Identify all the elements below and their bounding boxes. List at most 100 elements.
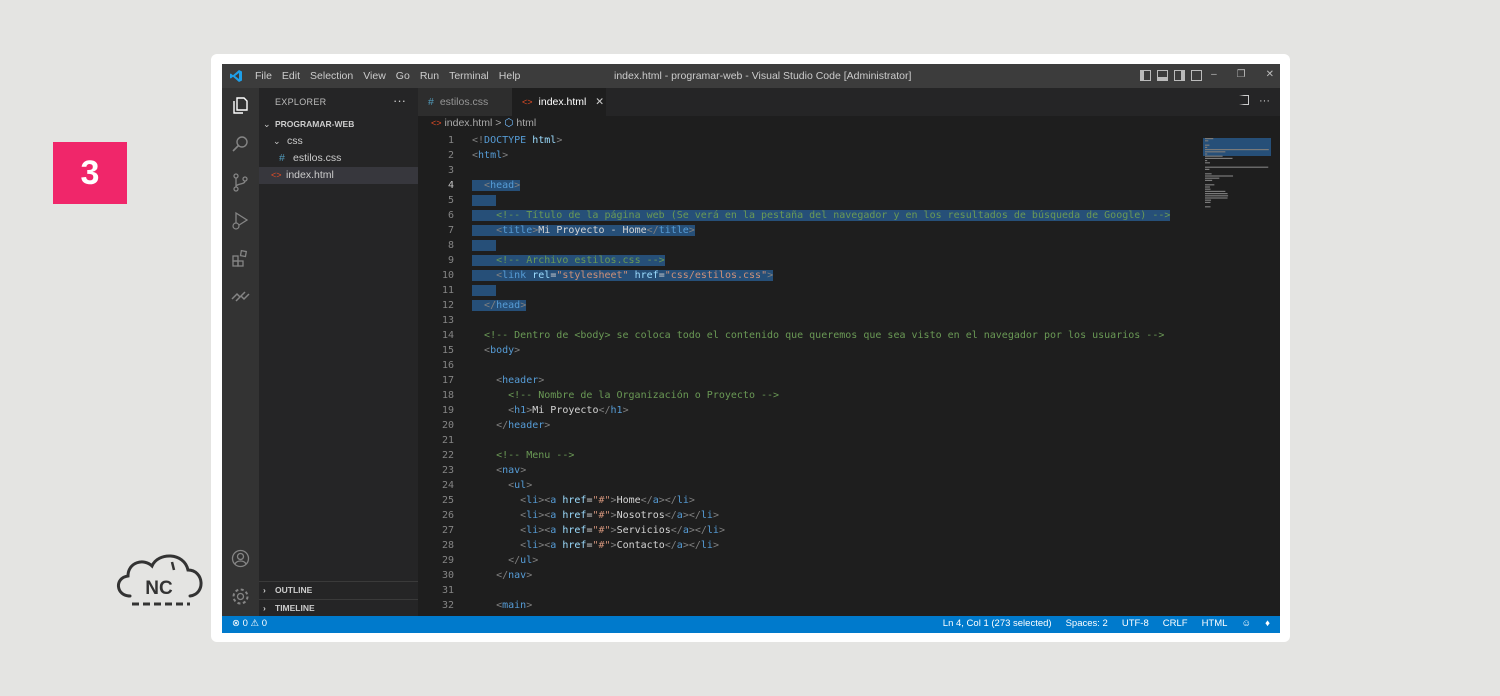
- menu-selection[interactable]: Selection: [310, 70, 353, 82]
- split-editor-icon[interactable]: [1239, 95, 1249, 105]
- tab-estilos-css[interactable]: # estilos.css: [418, 88, 512, 116]
- code-token: <!-- Título de la página web (Se verá en…: [496, 210, 1171, 221]
- tree-item-css-folder[interactable]: ⌄ css: [259, 133, 418, 150]
- code-line[interactable]: 12 </head>: [418, 298, 1200, 313]
- warning-count: 0: [261, 618, 268, 629]
- explorer-more-icon[interactable]: ···: [393, 93, 406, 108]
- code-line[interactable]: 10 <link rel="stylesheet" href="css/esti…: [418, 268, 1200, 283]
- code-line[interactable]: 2 <html>: [418, 148, 1200, 163]
- toggle-secondary-sidebar-icon[interactable]: [1174, 70, 1185, 81]
- code-line[interactable]: 14 <!-- Dentro de <body> se coloca todo …: [418, 328, 1200, 343]
- code-line[interactable]: 27 <li><a href="#">Servicios</a></li>: [418, 523, 1200, 538]
- code-line[interactable]: 32 <main>: [418, 598, 1200, 613]
- code-line[interactable]: 18 <!-- Nombre de la Organización o Proy…: [418, 388, 1200, 403]
- restore-icon[interactable]: ❐: [1237, 69, 1246, 80]
- extensions-icon[interactable]: [230, 248, 251, 269]
- menu-view[interactable]: View: [363, 70, 386, 82]
- code-line[interactable]: 25 <li><a href="#">Home</a></li>: [418, 493, 1200, 508]
- breadcrumb-symbol[interactable]: html: [516, 117, 536, 129]
- language-mode[interactable]: HTML: [1202, 618, 1228, 629]
- code-token: nav: [508, 570, 527, 581]
- breadcrumb-file[interactable]: index.html: [444, 117, 492, 129]
- code-line[interactable]: 24 <ul>: [418, 478, 1200, 493]
- code-line[interactable]: 31: [418, 583, 1200, 598]
- minimap-line: [1205, 149, 1269, 151]
- code-text: [472, 283, 497, 298]
- menu-go[interactable]: Go: [396, 70, 410, 82]
- code-token: </: [664, 510, 677, 521]
- code-line[interactable]: 20 </header>: [418, 418, 1200, 433]
- cursor-position[interactable]: Ln 4, Col 1 (273 selected): [943, 618, 1052, 629]
- timeline-section[interactable]: › TIMELINE: [259, 599, 418, 617]
- menu-run[interactable]: Run: [420, 70, 439, 82]
- code-line[interactable]: 5: [418, 193, 1200, 208]
- code-line[interactable]: 26 <li><a href="#">Nosotros</a></li>: [418, 508, 1200, 523]
- toggle-panel-icon[interactable]: [1157, 70, 1168, 81]
- code-line[interactable]: 19 <h1>Mi Proyecto</h1>: [418, 403, 1200, 418]
- code-line[interactable]: 13: [418, 313, 1200, 328]
- encoding[interactable]: UTF-8: [1122, 618, 1149, 629]
- close-tab-icon[interactable]: ✕: [595, 96, 604, 108]
- chevron-right-icon: ›: [263, 585, 266, 595]
- minimap-line: [1205, 151, 1226, 153]
- menu-terminal[interactable]: Terminal: [449, 70, 489, 82]
- code-token: href: [562, 495, 587, 506]
- code-line[interactable]: 16: [418, 358, 1200, 373]
- code-line[interactable]: 23 <nav>: [418, 463, 1200, 478]
- feedback-icon[interactable]: ☺: [1241, 618, 1251, 629]
- menu-help[interactable]: Help: [499, 70, 521, 82]
- code-line[interactable]: 30 </nav>: [418, 568, 1200, 583]
- explorer-icon[interactable]: [230, 95, 251, 116]
- notifications-bell-icon[interactable]: ♦: [1265, 618, 1270, 629]
- menu-edit[interactable]: Edit: [282, 70, 300, 82]
- vscode-window: File Edit Selection View Go Run Terminal…: [222, 64, 1280, 633]
- code-token: head: [490, 180, 515, 191]
- code-line[interactable]: 29 </ul>: [418, 553, 1200, 568]
- indentation[interactable]: Spaces: 2: [1066, 618, 1108, 629]
- line-number: 2: [447, 150, 454, 161]
- code-line[interactable]: 7 <title>Mi Proyecto - Home</title>: [418, 223, 1200, 238]
- minimap[interactable]: [1203, 132, 1280, 616]
- code-line[interactable]: 1 <!DOCTYPE html>: [418, 133, 1200, 148]
- project-folder[interactable]: ⌄ PROGRAMAR-WEB: [259, 116, 418, 133]
- code-line[interactable]: 11: [418, 283, 1200, 298]
- code-line[interactable]: 9 <!-- Archivo estilos.css -->: [418, 253, 1200, 268]
- outline-section[interactable]: › OUTLINE: [259, 581, 418, 599]
- code-token: header: [502, 375, 539, 386]
- line-ending[interactable]: CRLF: [1163, 618, 1188, 629]
- tab-label: index.html: [538, 96, 587, 108]
- code-line[interactable]: 21: [418, 433, 1200, 448]
- code-line[interactable]: 3: [418, 163, 1200, 178]
- svg-text:NC: NC: [145, 578, 173, 599]
- code-line[interactable]: 17 <header>: [418, 373, 1200, 388]
- customize-layout-icon[interactable]: [1191, 70, 1202, 81]
- minimize-icon[interactable]: –: [1211, 69, 1217, 80]
- code-line[interactable]: 6 <!-- Título de la página web (Se verá …: [418, 208, 1200, 223]
- code-token: </: [508, 555, 521, 566]
- source-control-icon[interactable]: [230, 172, 251, 193]
- close-window-icon[interactable]: ✕: [1266, 69, 1274, 80]
- code-line[interactable]: 15 <body>: [418, 343, 1200, 358]
- code-token: >: [688, 225, 695, 236]
- code-line[interactable]: 4 <head>: [418, 178, 1200, 193]
- code-line[interactable]: 28 <li><a href="#">Contacto</a></li>: [418, 538, 1200, 553]
- menu-file[interactable]: File: [255, 70, 272, 82]
- settings-gear-icon[interactable]: [230, 586, 251, 607]
- code-editor[interactable]: 1 <!DOCTYPE html> 2 <html> 3 4 <head> 5 6 <!--…: [418, 132, 1200, 616]
- run-debug-icon[interactable]: [230, 210, 251, 231]
- toggle-sidebar-icon[interactable]: [1140, 70, 1151, 81]
- tree-item-index-html[interactable]: <> index.html: [259, 167, 418, 184]
- tree-item-estilos-css[interactable]: # estilos.css: [259, 150, 418, 167]
- code-line[interactable]: 8: [418, 238, 1200, 253]
- more-actions-icon[interactable]: ···: [1259, 95, 1270, 107]
- remote-explorer-icon[interactable]: [230, 286, 251, 307]
- accounts-icon[interactable]: [230, 548, 251, 569]
- line-number: 18: [441, 390, 454, 401]
- tab-index-html[interactable]: <> index.html ✕: [512, 88, 606, 116]
- code-line[interactable]: 22 <!-- Menu -->: [418, 448, 1200, 463]
- search-icon[interactable]: [230, 134, 251, 155]
- minimap-line: [1205, 177, 1220, 179]
- problems-indicator[interactable]: ⊗ 0 ⚠ 0: [232, 618, 267, 629]
